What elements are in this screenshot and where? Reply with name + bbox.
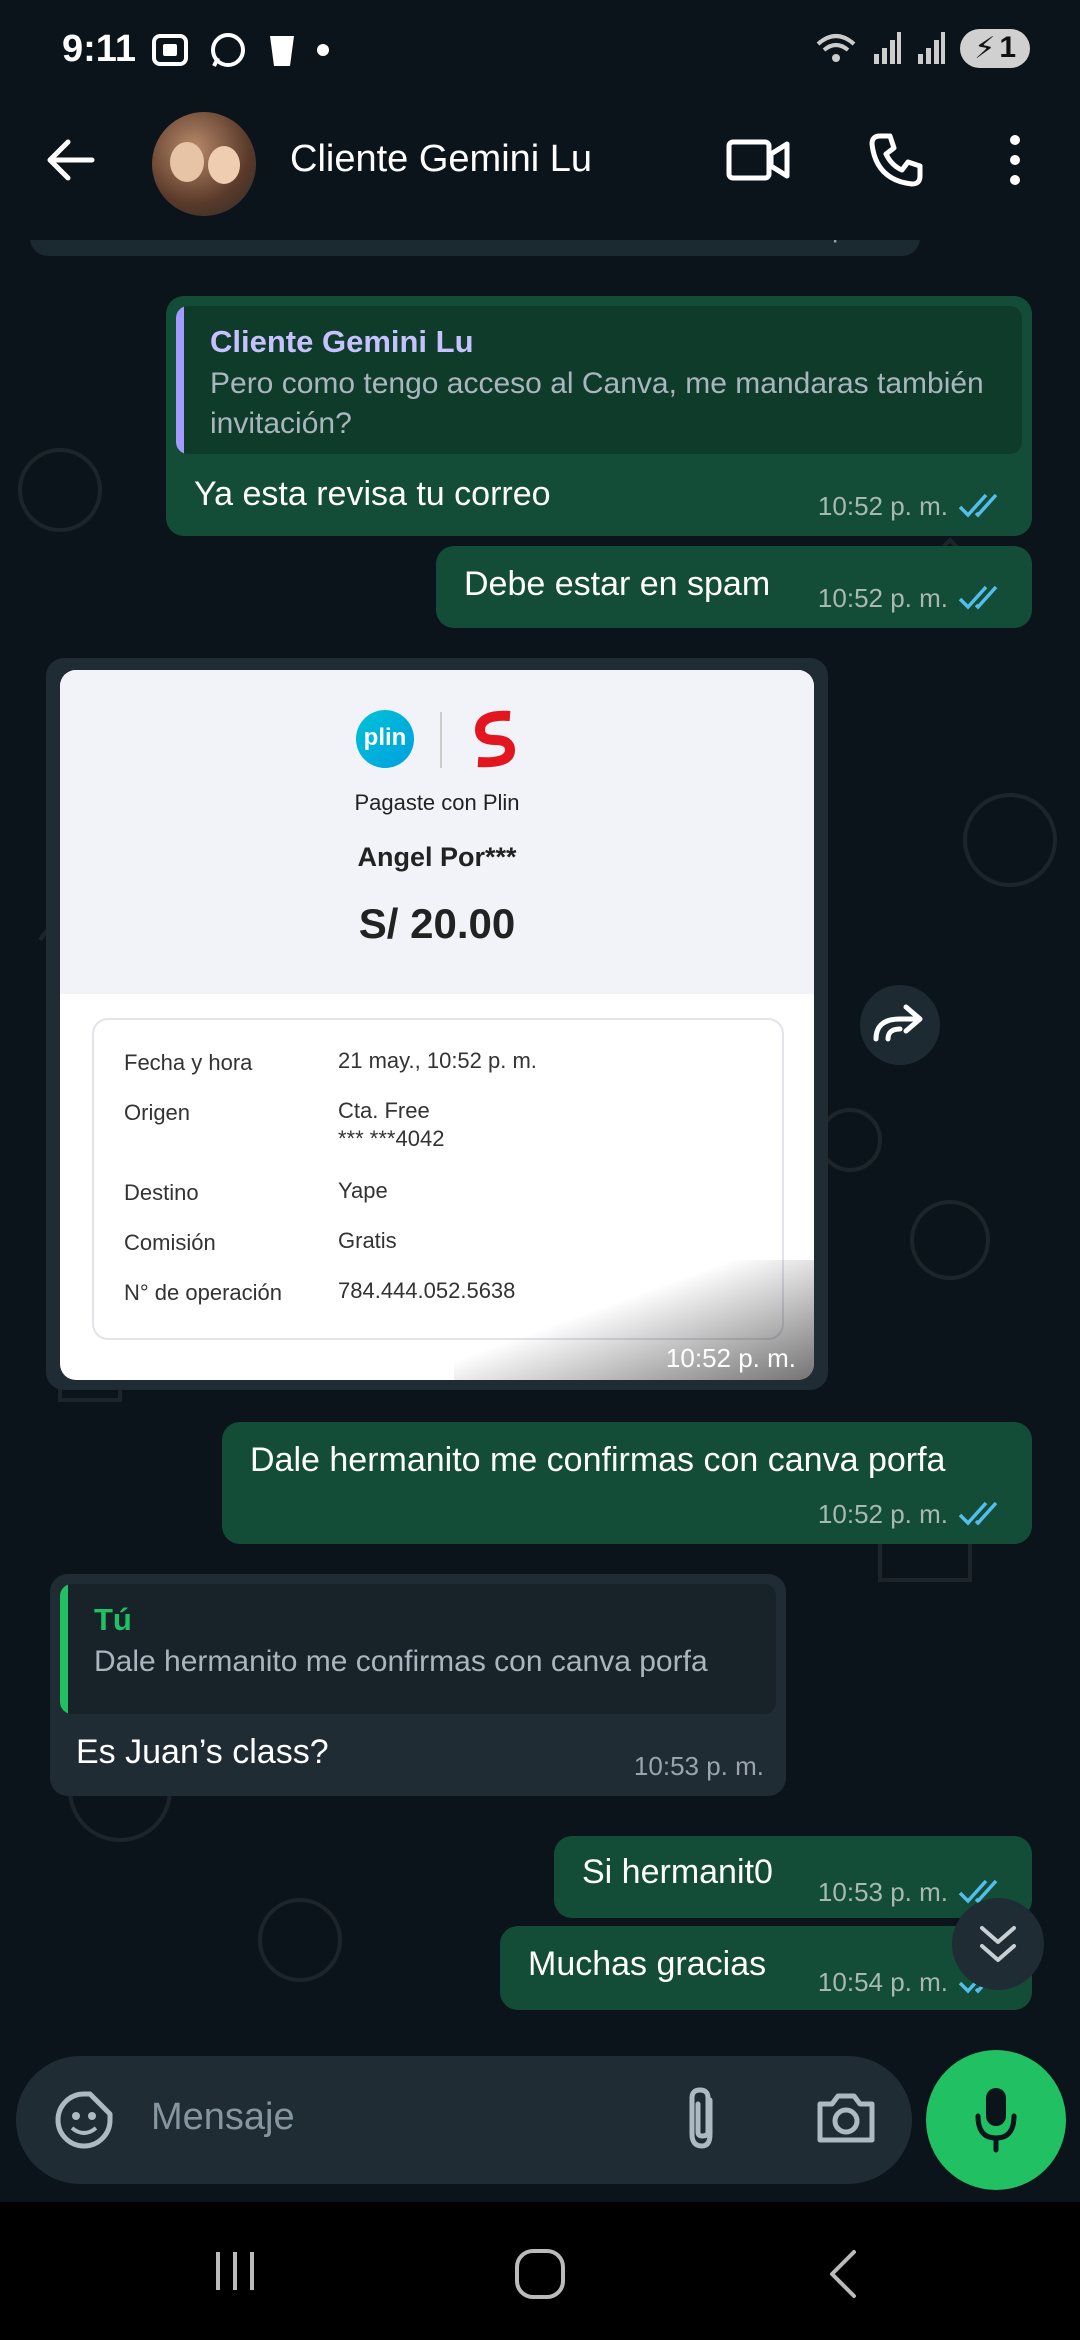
avatar[interactable] (152, 112, 256, 216)
mic-button[interactable] (926, 2050, 1066, 2190)
screenshot-icon (152, 34, 188, 66)
message-time: 10:52 p. m. (817, 583, 948, 613)
forward-button[interactable] (860, 985, 940, 1065)
dot-icon (317, 44, 329, 56)
home-icon[interactable] (512, 2246, 568, 2302)
message-partial[interactable]: 10:52 p. m. (30, 240, 920, 256)
bolt-icon: ⚡ (974, 31, 996, 65)
wifi-icon (816, 34, 856, 62)
quoted-message[interactable]: Tú Dale hermanito me confirmas con canva… (60, 1584, 776, 1714)
double-chevron-down-icon (980, 1926, 1016, 1962)
message-outgoing[interactable]: Dale hermanito me confirmas con canva po… (222, 1422, 1032, 1544)
detail-label: Comisión (124, 1230, 216, 1255)
message-time: 10:52 p. m. (817, 491, 948, 521)
sticker-icon[interactable] (52, 2088, 116, 2152)
detail-value: Gratis (338, 1228, 397, 1253)
quote-sender: Tú (94, 1602, 132, 1637)
video-call-icon[interactable] (725, 130, 791, 190)
status-time: 9:11 (62, 28, 136, 70)
message-time: 10:54 p. m. (817, 1967, 948, 1997)
detail-label: Origen (124, 1100, 191, 1125)
message-text: Debe estar en spam (464, 565, 771, 603)
bank-logo-icon (474, 710, 516, 768)
message-text: Dale hermanito me confirmas con canva po… (250, 1441, 946, 1479)
message-text: Si hermanit0 (582, 1853, 773, 1891)
quote-text: Pero como tengo acceso al Canva, me mand… (210, 367, 984, 440)
detail-value: Yape (338, 1178, 388, 1203)
payment-receipt-image[interactable]: plin Pagaste con Plin Angel Por*** S/ 20… (60, 670, 814, 1380)
message-placeholder: Mensaje (151, 2096, 295, 2138)
signal-icon-2 (918, 32, 946, 64)
forward-icon (873, 1004, 923, 1042)
message-time: 10:53 p. m. (633, 1751, 764, 1781)
attach-icon[interactable] (680, 2084, 724, 2154)
system-nav-bar (0, 2202, 1080, 2340)
message-text: Muchas gracias (528, 1945, 767, 1983)
mic-icon (975, 2088, 1017, 2153)
quote-sender: Cliente Gemini Lu (210, 324, 474, 359)
detail-value: 21 may., 10:52 p. m. (338, 1048, 537, 1073)
message-time: 10:52 p. m. (760, 240, 890, 250)
message-outgoing-reply[interactable]: Cliente Gemini Lu Pero como tengo acceso… (166, 296, 1032, 536)
status-bar: 9:11 ⚡ 1 (0, 0, 1080, 100)
message-text: Es Juan’s class? (76, 1733, 329, 1771)
back-arrow-icon[interactable] (40, 130, 100, 190)
amount: S/ 20.00 (358, 900, 516, 947)
whatsapp-icon (211, 33, 245, 67)
message-time: 10:52 p. m. (665, 1343, 796, 1373)
message-outgoing[interactable]: Si hermanit0 10:53 p. m. (554, 1836, 1032, 1918)
detail-label: N° de operación (124, 1280, 283, 1305)
battery-indicator: ⚡ 1 (960, 28, 1030, 68)
double-check-icon (958, 493, 998, 518)
paid-with-text: Pagaste con Plin (354, 790, 520, 815)
chat-area[interactable]: 10:52 p. m. Cliente Gemini Lu Pero como … (0, 240, 1080, 2052)
message-text: Ya esta revisa tu correo (194, 475, 551, 513)
message-time: 10:52 p. m. (817, 1499, 948, 1529)
chat-header: Cliente Gemini Lu (0, 100, 1080, 240)
quoted-message[interactable]: Cliente Gemini Lu Pero como tengo acceso… (176, 306, 1022, 454)
detail-label: Destino (124, 1180, 199, 1205)
back-nav-icon[interactable] (822, 2246, 862, 2302)
message-input[interactable]: Mensaje (16, 2056, 912, 2184)
voice-call-icon[interactable] (866, 130, 926, 190)
signal-icon (874, 32, 902, 64)
detail-label: Fecha y hora (124, 1050, 253, 1075)
message-outgoing[interactable]: Debe estar en spam 10:52 p. m. (436, 546, 1032, 628)
detail-value: Cta. Free (338, 1098, 430, 1123)
detail-value-2: *** ***4042 (338, 1126, 445, 1151)
quote-text: Dale hermanito me confirmas con canva po… (94, 1645, 708, 1678)
double-check-icon (958, 1501, 998, 1526)
payee-name: Angel Por*** (357, 842, 517, 872)
scroll-to-bottom-button[interactable] (952, 1898, 1044, 1990)
cup-icon (270, 36, 294, 66)
recent-apps-icon[interactable] (210, 2246, 260, 2296)
double-check-icon (958, 585, 998, 610)
more-options-icon[interactable] (1000, 130, 1030, 190)
message-incoming-reply[interactable]: Tú Dale hermanito me confirmas con canva… (50, 1574, 786, 1796)
plin-logo: plin (356, 710, 414, 768)
camera-icon[interactable] (814, 2088, 878, 2148)
message-time: 10:53 p. m. (817, 1877, 948, 1907)
contact-name[interactable]: Cliente Gemini Lu (290, 138, 592, 181)
